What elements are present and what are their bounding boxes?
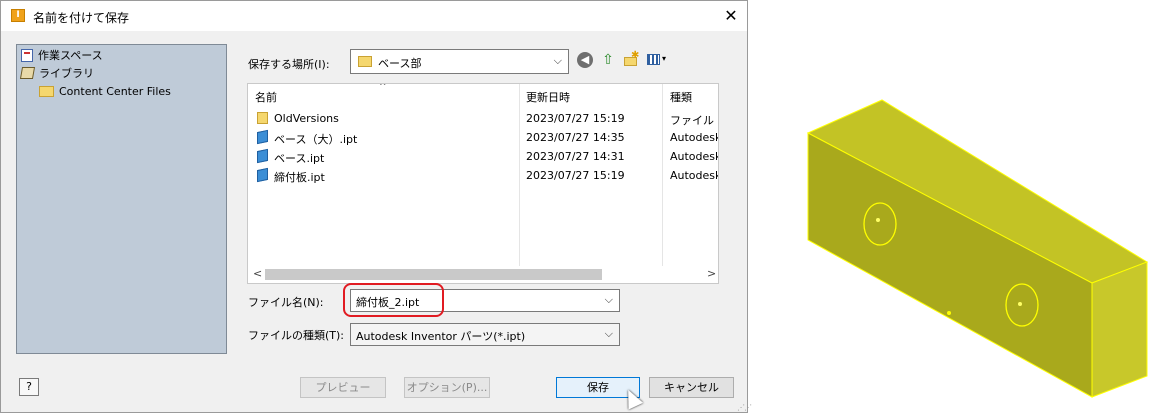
part-side-face <box>1091 261 1148 398</box>
scroll-right-icon[interactable]: > <box>707 267 716 280</box>
part-3d-view <box>806 99 1149 398</box>
column-header-date[interactable]: 更新日時 <box>526 89 570 105</box>
file-list[interactable]: 名前 ^ 更新日時 種類 OldVersions 2023/07/27 15:1… <box>247 83 719 284</box>
place-item-content-center[interactable]: Content Center Files <box>39 83 171 99</box>
file-row[interactable]: OldVersions 2023/07/27 15:19 ファイル フォ <box>248 109 718 128</box>
close-button[interactable]: ✕ <box>719 5 743 27</box>
place-item-label: 作業スペース <box>38 49 103 62</box>
column-header-name[interactable]: 名前 <box>255 89 277 105</box>
cancel-button[interactable]: キャンセル <box>649 377 734 398</box>
help-button[interactable]: ? <box>19 378 39 396</box>
hole-center-left <box>876 218 880 222</box>
file-type: ファイル フォ <box>670 114 718 127</box>
back-icon[interactable]: ◀ <box>577 52 593 68</box>
filetype-label: ファイルの種類(T): <box>248 329 345 342</box>
up-folder-icon[interactable]: ⇧ <box>600 52 616 68</box>
part-file-icon <box>257 148 268 164</box>
file-row[interactable]: ベース（大）.ipt 2023/07/27 14:35 Autodesk <box>248 128 718 147</box>
file-date: 2023/07/27 15:19 <box>526 112 625 125</box>
resize-grip-icon[interactable]: ⋰⋰ <box>737 403 752 412</box>
chevron-down-icon[interactable]: ⌵ <box>605 327 613 341</box>
library-icon <box>19 67 36 79</box>
horizontal-scrollbar[interactable]: < > <box>248 266 718 283</box>
places-panel: 作業スペース ライブラリ Content Center Files <box>16 44 227 354</box>
file-date: 2023/07/27 15:19 <box>526 169 625 182</box>
chevron-down-icon[interactable]: ⌵ <box>605 293 613 307</box>
view-menu-icon[interactable]: ▾ <box>646 52 670 68</box>
part-file-icon <box>257 167 268 183</box>
chevron-down-icon[interactable]: ⌵ <box>554 54 562 68</box>
hole-center-right <box>1018 302 1022 306</box>
title-bar[interactable]: I 名前を付けて保存 ✕ <box>1 1 747 31</box>
column-header-type[interactable]: 種類 <box>670 89 692 105</box>
sparkle-icon: ✱ <box>631 50 640 61</box>
sort-ascending-icon: ^ <box>379 83 387 92</box>
inventor-app-icon: I <box>11 9 25 22</box>
file-date: 2023/07/27 14:35 <box>526 131 625 144</box>
scroll-left-icon[interactable]: < <box>253 267 262 280</box>
filetype-value: Autodesk Inventor パーツ(*.ipt) <box>356 330 526 343</box>
location-combo[interactable]: ベース部 ⌵ <box>350 49 569 74</box>
file-row[interactable]: 締付板.ipt 2023/07/27 15:19 Autodesk <box>248 166 718 185</box>
file-name: OldVersions <box>274 112 339 125</box>
location-label: 保存する場所(I): <box>248 58 330 71</box>
part-file-icon <box>257 129 268 145</box>
file-type: Autodesk <box>670 150 718 163</box>
place-item-workspace[interactable]: 作業スペース <box>21 47 103 63</box>
options-button[interactable]: オプション(P)... <box>404 377 490 398</box>
file-type: Autodesk <box>670 169 718 182</box>
filetype-select[interactable]: Autodesk Inventor パーツ(*.ipt) ⌵ <box>350 323 620 346</box>
filename-label: ファイル名(N): <box>248 296 324 309</box>
grid-view-icon <box>647 54 660 65</box>
location-value: ベース部 <box>378 57 422 70</box>
file-name: ベース（大）.ipt <box>274 133 358 146</box>
folder-icon <box>257 112 268 124</box>
file-row[interactable]: ベース.ipt 2023/07/27 14:31 Autodesk <box>248 147 718 166</box>
file-date: 2023/07/27 14:31 <box>526 150 625 163</box>
place-item-library[interactable]: ライブラリ <box>19 65 94 81</box>
save-as-dialog: I 名前を付けて保存 ✕ 作業スペース ライブラリ Content Center… <box>0 0 752 413</box>
place-item-label: Content Center Files <box>59 84 171 98</box>
new-folder-icon[interactable]: ✱ <box>622 50 640 68</box>
preview-button[interactable]: プレビュー <box>300 377 386 398</box>
workspace-icon <box>21 48 33 62</box>
filename-highlight-annotation <box>343 283 444 317</box>
folder-icon <box>358 56 372 67</box>
dialog-title: 名前を付けて保存 <box>33 11 130 25</box>
file-name: 締付板.ipt <box>274 171 325 184</box>
folder-icon <box>39 85 54 97</box>
scrollbar-thumb[interactable] <box>265 269 602 280</box>
place-item-label: ライブラリ <box>39 67 94 80</box>
file-type: Autodesk <box>670 131 718 144</box>
file-name: ベース.ipt <box>274 152 325 165</box>
origin-point <box>947 311 951 315</box>
dropdown-arrow-icon: ▾ <box>662 54 667 63</box>
